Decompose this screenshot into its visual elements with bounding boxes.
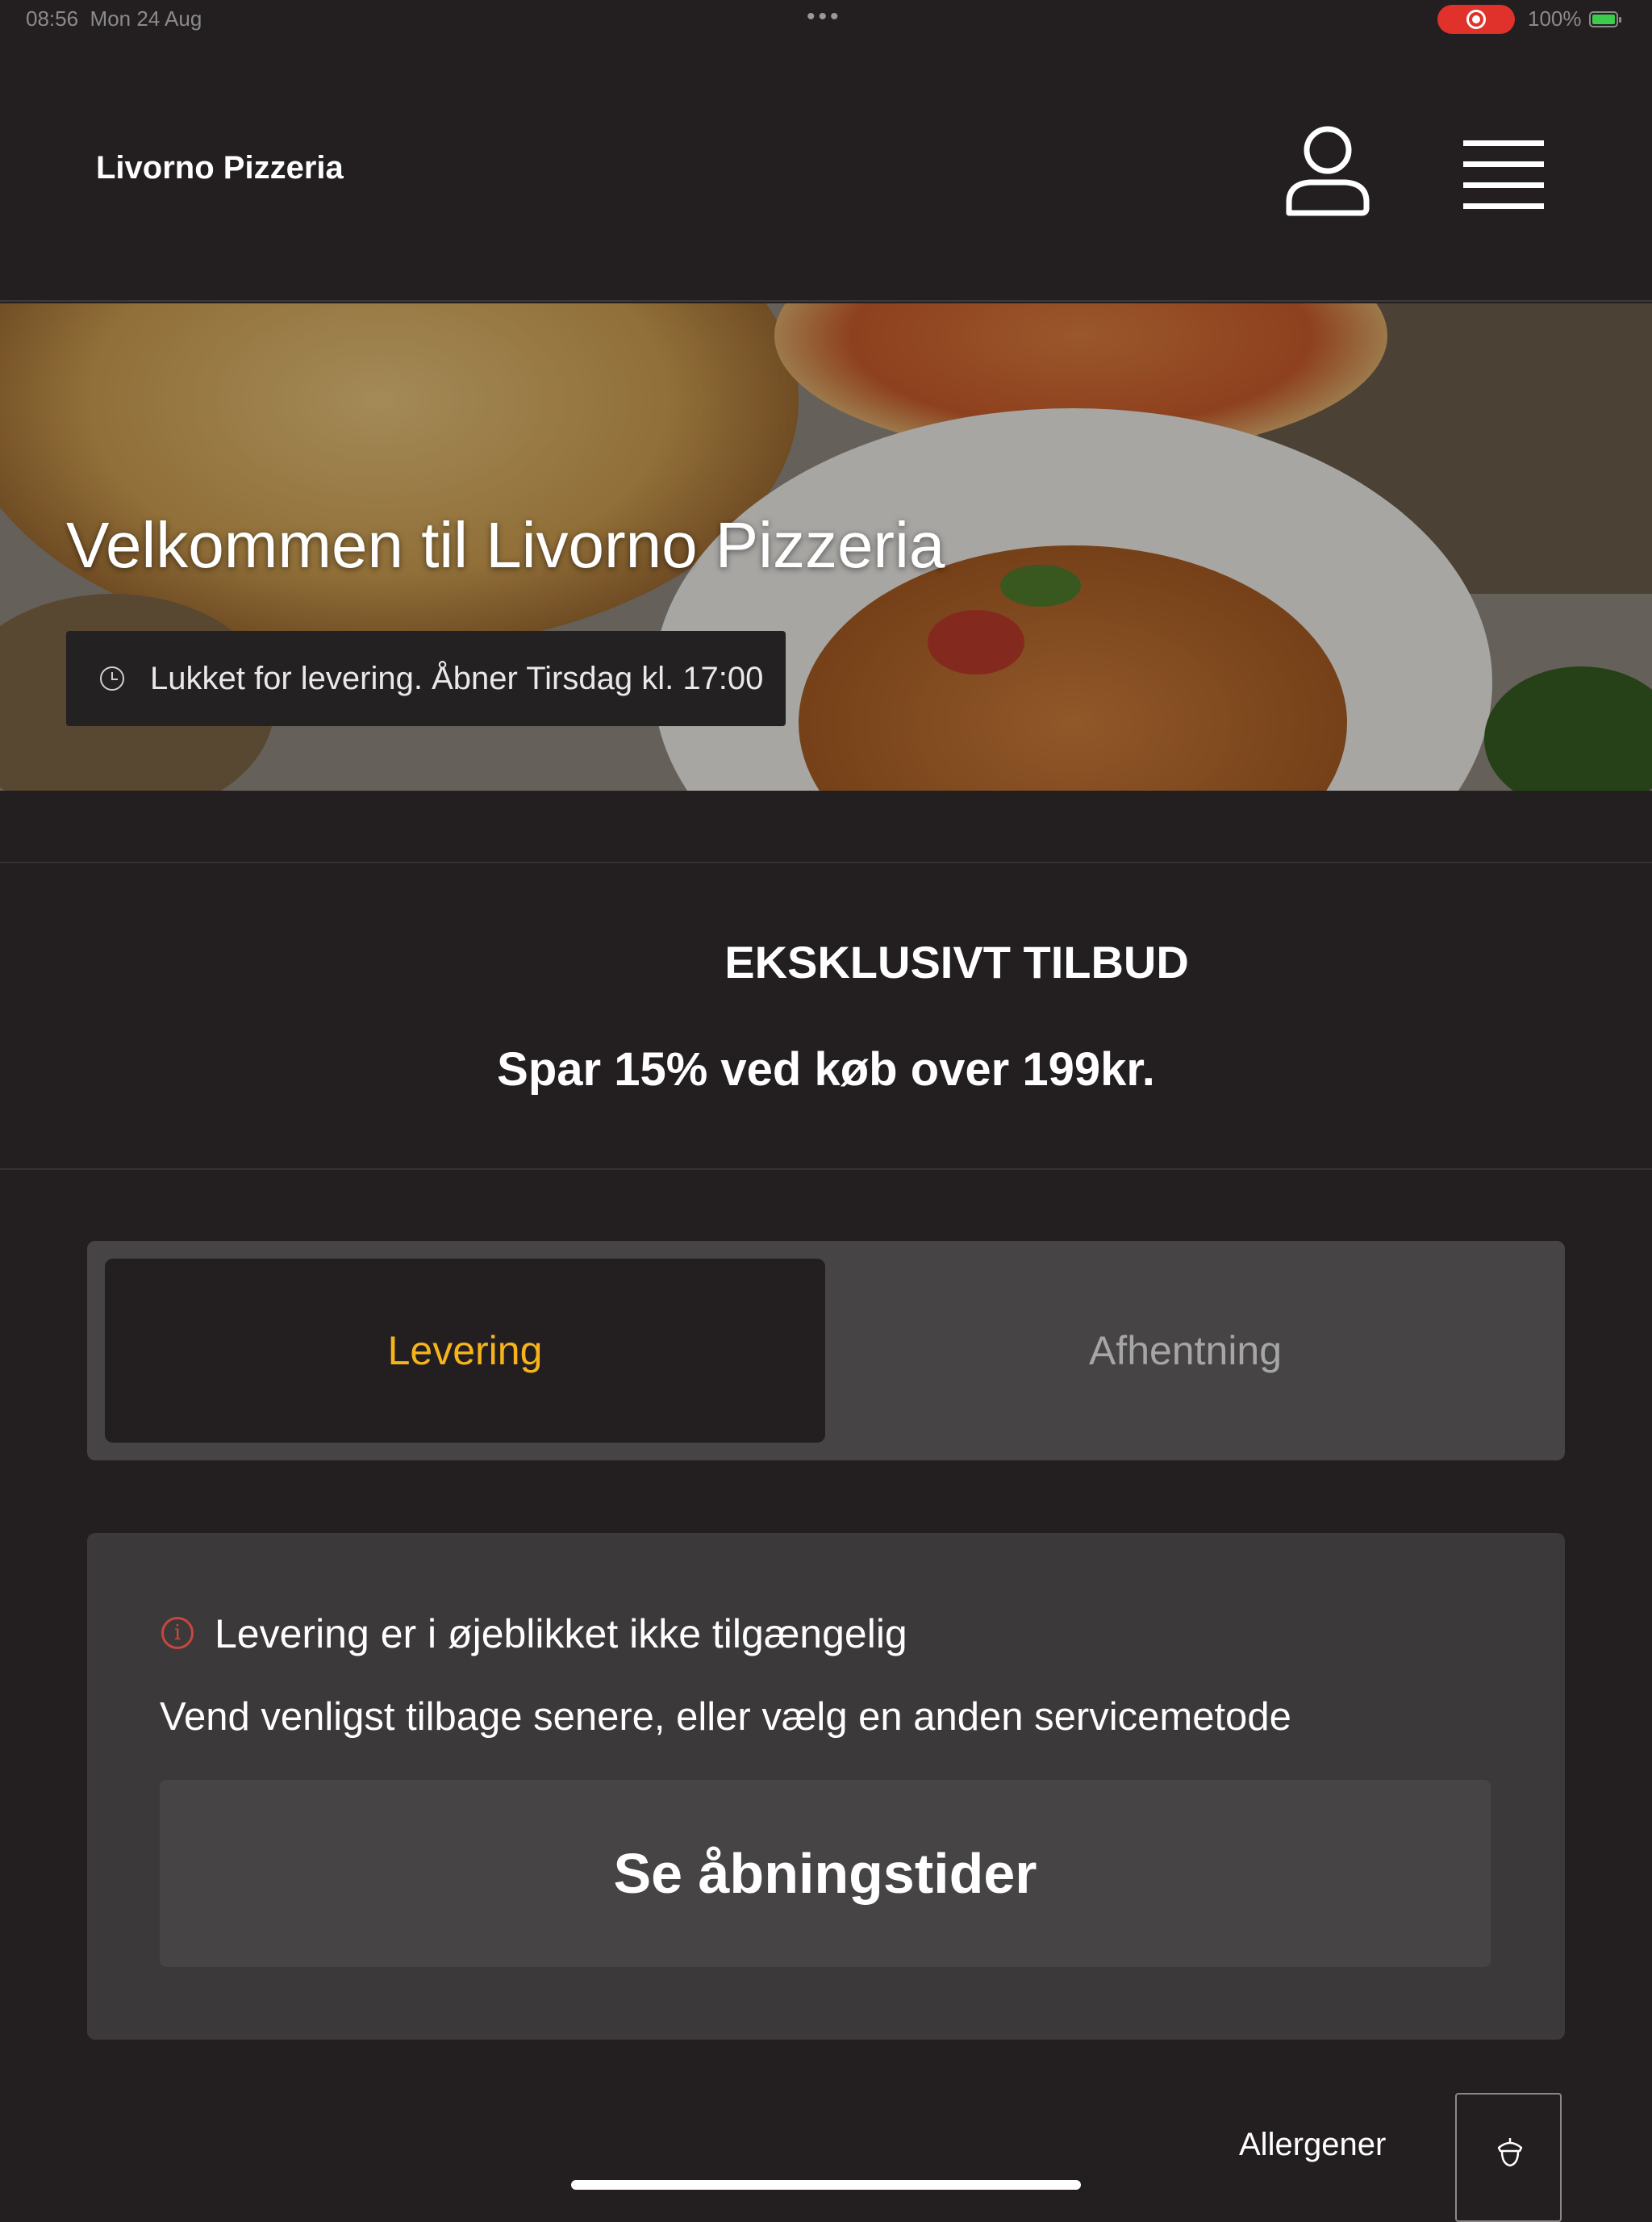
service-method-toggle: Levering Afhentning: [87, 1241, 1565, 1460]
multitasking-dots-icon[interactable]: •••: [807, 3, 842, 31]
account-button[interactable]: [1283, 123, 1373, 219]
hero-banner: Velkommen til Livorno Pizzeria Lukket fo…: [0, 303, 1652, 791]
offer-text: Spar 15% ved køb over 199kr.: [497, 1043, 1155, 1096]
delivery-unavailable-card: i Levering er i øjeblikket ikke tilgænge…: [87, 1533, 1565, 2040]
battery-icon: [1589, 11, 1621, 27]
offer-section: EKSKLUSIVT TILBUD Spar 15% ved køb over …: [0, 862, 1652, 1170]
battery-percentage: 100%: [1528, 6, 1582, 31]
status-time: 08:56 Mon 24 Aug: [26, 6, 202, 31]
system-status-bar: 08:56 Mon 24 Aug ••• 100%: [0, 0, 1652, 39]
allergens-button[interactable]: [1455, 2093, 1562, 2222]
opening-status-badge: Lukket for levering. Åbner Tirsdag kl. 1…: [66, 631, 786, 726]
notice-heading: Levering er i øjeblikket ikke tilgængeli…: [215, 1611, 907, 1656]
menu-button[interactable]: [1452, 132, 1555, 216]
pickup-tab[interactable]: Afhentning: [825, 1259, 1546, 1443]
hamburger-menu-icon: [1463, 140, 1544, 209]
info-alert-icon: i: [161, 1617, 194, 1649]
opening-hours-button[interactable]: Se åbningstider: [160, 1780, 1491, 1967]
status-date: Mon 24 Aug: [90, 6, 202, 31]
offer-title: EKSKLUSIVT TILBUD: [724, 937, 1189, 988]
delivery-tab[interactable]: Levering: [105, 1259, 825, 1443]
user-icon: [1286, 126, 1370, 216]
brand-name[interactable]: Livorno Pizzeria: [96, 150, 344, 186]
status-clock: 08:56: [26, 6, 79, 31]
hero-title: Velkommen til Livorno Pizzeria: [66, 509, 945, 581]
clock-icon: [100, 666, 124, 691]
site-header: Livorno Pizzeria: [0, 39, 1652, 302]
notice-description: Vend venligst tilbage senere, eller vælg…: [160, 1695, 1291, 1739]
opening-status-text: Lukket for levering. Åbner Tirsdag kl. 1…: [150, 660, 764, 696]
allergens-link[interactable]: Allergener: [1239, 2127, 1386, 2163]
screen-recording-icon: [1437, 5, 1515, 34]
home-indicator[interactable]: [571, 2180, 1081, 2190]
acorn-icon: [1497, 2138, 1523, 2167]
